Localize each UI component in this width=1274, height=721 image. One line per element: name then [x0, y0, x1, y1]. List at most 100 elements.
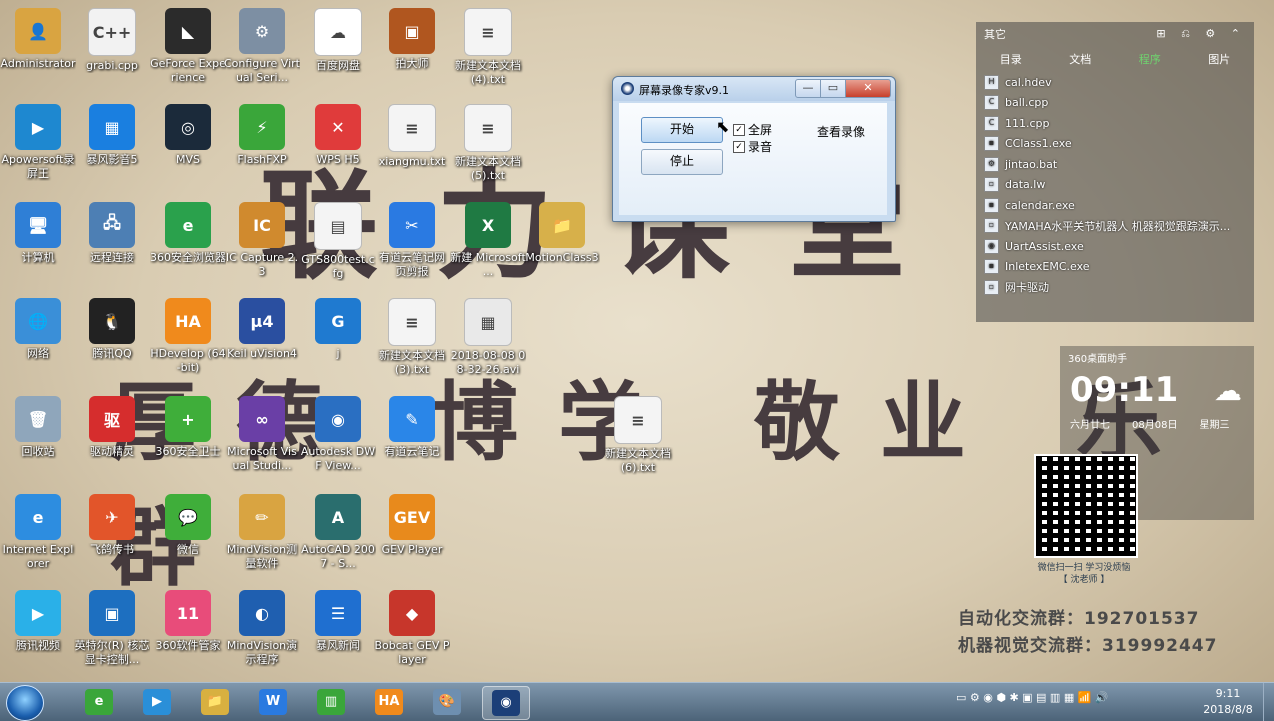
taskbar-explorer-button[interactable]: 📁: [192, 686, 238, 718]
desktop-shortcut[interactable]: ✈ 飞鸽传书: [74, 494, 150, 557]
panel-file-item[interactable]: ◉ UartAssist.exe: [976, 236, 1254, 257]
desktop-shortcut[interactable]: ◣ GeForce Experience: [150, 8, 226, 85]
autocad-icon[interactable]: A: [315, 494, 361, 540]
tab-programs[interactable]: 程序: [1139, 51, 1161, 67]
paidashi-icon[interactable]: ▣: [389, 8, 435, 54]
desktop-shortcut[interactable]: ▣ 拍大师: [374, 8, 450, 71]
taskbar-recorder-button[interactable]: ◉: [482, 686, 530, 720]
panel-controls-icon[interactable]: ⊞ ⎌ ⚙ ⌃: [1156, 27, 1246, 41]
audio-checkbox-box[interactable]: ✓: [733, 140, 745, 153]
desktop-shortcut[interactable]: ◆ Bobcat GEV Player: [374, 590, 450, 667]
maximize-button[interactable]: ▭: [820, 79, 846, 98]
desktop-shortcut[interactable]: e 360安全浏览器: [150, 202, 226, 265]
configure-virtual-serial-icon[interactable]: ⚙: [239, 8, 285, 54]
taskbar-360browser-button[interactable]: e: [76, 686, 122, 718]
desktop-shortcut[interactable]: e Internet Explorer: [0, 494, 76, 571]
minimize-button[interactable]: —: [795, 79, 821, 98]
taskbar-clock[interactable]: 9:11 2018/8/8: [1196, 686, 1260, 718]
desktop-shortcut[interactable]: ▤ GTS800test.cfg: [300, 202, 376, 281]
baofeng-news-icon[interactable]: ☰: [315, 590, 361, 636]
panel-file-item[interactable]: ⚙ jintao.bat: [976, 154, 1254, 175]
hdevelop-icon[interactable]: HA: [165, 298, 211, 344]
taskbar-apowersoft-button[interactable]: ▶: [134, 686, 180, 718]
desktop-shortcut[interactable]: 🌐 网络: [0, 298, 76, 361]
360-guard-icon[interactable]: +: [165, 396, 211, 442]
j-shortcut-icon[interactable]: G: [315, 298, 361, 344]
apowersoft-icon[interactable]: ▶: [15, 104, 61, 150]
desktop-shortcut[interactable]: ◐ MindVision演示程序: [224, 590, 300, 667]
geforce-icon[interactable]: ◣: [165, 8, 211, 54]
tencent-qq-icon[interactable]: 🐧: [89, 298, 135, 344]
desktop-shortcut[interactable]: A AutoCAD 2007 - S...: [300, 494, 376, 571]
tab-documents[interactable]: 文档: [1069, 51, 1091, 67]
desktop-shortcut[interactable]: IC IC Capture 2.3: [224, 202, 300, 279]
desktop-shortcut[interactable]: ≡ 新建文本文档 (3).txt: [374, 298, 450, 377]
taskbar-paint-button[interactable]: 🎨: [424, 686, 470, 718]
desktop-shortcut[interactable]: ☰ 暴风新闻: [300, 590, 376, 653]
keil-uvision4-icon[interactable]: μ4: [239, 298, 285, 344]
panel-file-item[interactable]: Hcal.hdev: [976, 72, 1254, 93]
desktop-shortcut[interactable]: 🗑 回收站: [0, 396, 76, 459]
panel-file-item[interactable]: ▪ calendar.exe: [976, 195, 1254, 216]
panel-file-item[interactable]: ▫ YAMAHA水平关节机器人 机器视觉跟踪演示...: [976, 216, 1254, 237]
remote-connect-icon[interactable]: 🖧: [89, 202, 135, 248]
youdao-clip-icon[interactable]: ✂: [389, 202, 435, 248]
desktop-shortcut[interactable]: ✂ 有道云笔记网页剪报: [374, 202, 450, 279]
internet-explorer-icon[interactable]: e: [15, 494, 61, 540]
desktop-shortcut[interactable]: 🖧 远程连接: [74, 202, 150, 265]
desktop-shortcut[interactable]: 驱驱动精灵: [74, 396, 150, 459]
desktop-shortcut[interactable]: ≡ 新建文本文档 (4).txt: [450, 8, 526, 87]
fullscreen-checkbox-box[interactable]: ✓: [733, 123, 745, 136]
txt5-icon[interactable]: ≡: [464, 104, 512, 152]
desktop-shortcut[interactable]: ✕ WPS H5: [300, 104, 376, 167]
desktop-shortcut[interactable]: ≡ xiangmu.txt: [374, 104, 450, 169]
desktop-shortcut[interactable]: 💬 微信: [150, 494, 226, 557]
weather-cloud-icon[interactable]: ☁: [1214, 374, 1242, 407]
desktop-shortcut[interactable]: ✏ MindVision测量软件: [224, 494, 300, 571]
desktop-shortcut[interactable]: ✎ 有道云笔记: [374, 396, 450, 459]
360-software-icon[interactable]: 11: [165, 590, 211, 636]
grabi-cpp-icon[interactable]: C++: [88, 8, 136, 56]
desktop-shortcut[interactable]: GEV GEV Player: [374, 494, 450, 557]
desktop-shortcut[interactable]: ▶ 腾讯视频: [0, 590, 76, 653]
desktop-shortcut[interactable]: ⚡ FlashFXP: [224, 104, 300, 167]
baofeng5-icon[interactable]: ▦: [89, 104, 135, 150]
desktop-shortcut[interactable]: 🐧 腾讯QQ: [74, 298, 150, 361]
taskbar-hdevelop-button[interactable]: HA: [366, 686, 412, 718]
desktop-shortcut[interactable]: ◉ Autodesk DWF View...: [300, 396, 376, 473]
desktop-shortcut[interactable]: ⚙ Configure Virtual Seri...: [224, 8, 300, 85]
new-excel-icon[interactable]: X: [465, 202, 511, 248]
motionclass3-icon[interactable]: 📁: [539, 202, 585, 248]
desktop-shortcut[interactable]: μ4 Keil uVision4: [224, 298, 300, 361]
desktop-shortcut[interactable]: ▦ 2018-08-08 08-32-26.avi: [450, 298, 526, 377]
youdao-note-icon[interactable]: ✎: [389, 396, 435, 442]
mindvision-demo-icon[interactable]: ◐: [239, 590, 285, 636]
feige-chuanshu-icon[interactable]: ✈: [89, 494, 135, 540]
desktop-shortcut[interactable]: ▦ 暴风影音5: [74, 104, 150, 167]
panel-file-item[interactable]: ▪ InletexEMC.exe: [976, 257, 1254, 278]
tray-icons[interactable]: ▭ ⚙ ◉ ⬢ ✱ ▣ ▤ ▥ ▦ 📶 🔊: [956, 691, 1109, 704]
window-titlebar[interactable]: 屏幕录像专家v9.1 — ▭ ✕: [613, 77, 895, 101]
administrator-icon[interactable]: 👤: [15, 8, 61, 54]
desktop-shortcut[interactable]: 📁 MotionClass3: [524, 202, 600, 265]
panel-file-item[interactable]: C 111.cpp: [976, 113, 1254, 134]
desktop-shortcut[interactable]: ▣ 英特尔(R) 核芯显卡控制...: [74, 590, 150, 667]
tab-directory[interactable]: 目录: [1000, 51, 1022, 67]
baidu-netdisk-icon[interactable]: ☁: [314, 8, 362, 56]
desktop-shortcut[interactable]: ☁ 百度网盘: [300, 8, 376, 73]
audio-checkbox[interactable]: ✓ 录音: [733, 138, 772, 155]
desktop-shortcut[interactable]: ≡ 新建文本文档 (6).txt: [600, 396, 676, 475]
start-record-button[interactable]: 开始: [641, 117, 723, 143]
txt6-icon[interactable]: ≡: [614, 396, 662, 444]
panel-file-item[interactable]: ▫ 网卡驱动: [976, 277, 1254, 298]
qudong-jingling-icon[interactable]: 驱: [89, 396, 135, 442]
mvs-icon[interactable]: ◎: [165, 104, 211, 150]
close-button[interactable]: ✕: [845, 79, 891, 98]
panel-file-item[interactable]: ▫ data.lw: [976, 175, 1254, 196]
desktop-shortcut[interactable]: HA HDevelop (64-bit): [150, 298, 226, 375]
view-recordings-button[interactable]: 查看录像: [817, 123, 865, 140]
desktop-shortcut[interactable]: 11 360软件管家: [150, 590, 226, 653]
desktop-shortcut[interactable]: 🖥 计算机: [0, 202, 76, 265]
autodesk-dwf-icon[interactable]: ◉: [315, 396, 361, 442]
desktop-shortcut[interactable]: Gj: [300, 298, 376, 361]
